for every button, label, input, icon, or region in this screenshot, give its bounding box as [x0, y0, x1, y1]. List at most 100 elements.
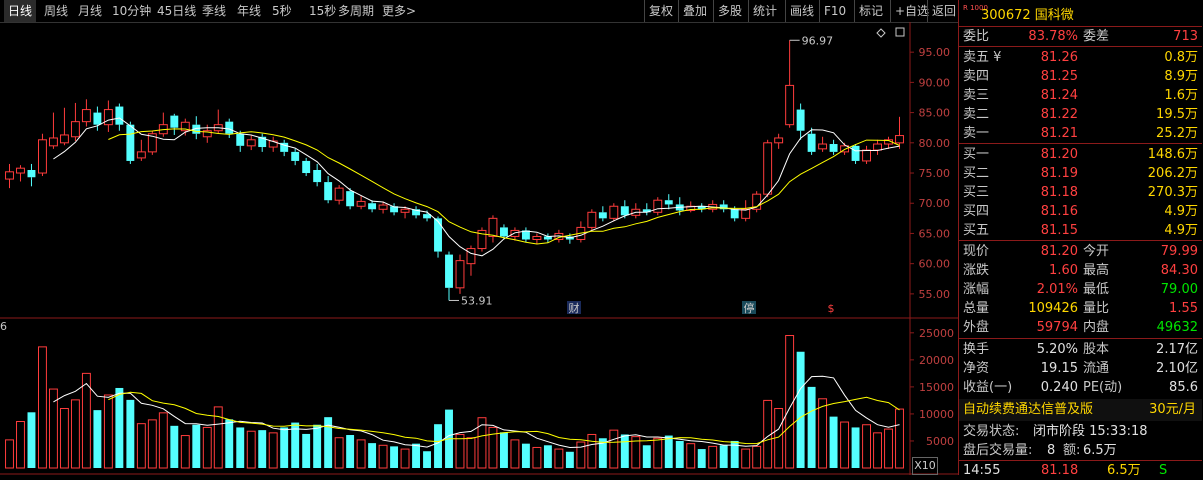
ask-row: 卖五 ¥ 81.26 0.8万	[959, 48, 1202, 67]
volume-bar	[313, 424, 322, 468]
after-hours-amount-label: 额:	[1063, 443, 1081, 458]
volume-bar	[510, 439, 520, 469]
tool-button[interactable]: 统计	[748, 0, 781, 22]
volume-bar	[115, 387, 124, 468]
fund-value: 0.240	[1040, 380, 1078, 395]
stock-terminal: 日线 周线 月线 10分钟 45日线 季线 年线 5秒 15秒 多周期 更多> 复权 叠加 多股 统计 画线 F…	[0, 0, 1203, 478]
high-label: 96.97	[802, 34, 834, 47]
candle-body	[246, 139, 256, 147]
event-marker: $	[828, 302, 835, 315]
tool-button[interactable]: 多股	[713, 0, 746, 22]
period-tab[interactable]: 日线	[4, 0, 37, 22]
volume-bar	[423, 451, 431, 468]
tool-button[interactable]: 复权	[644, 0, 677, 22]
tick-row[interactable]: 14:55 81.18 6.5万 S	[959, 461, 1202, 480]
tool-button[interactable]: 叠加	[678, 0, 711, 22]
candle-body	[5, 171, 14, 180]
subscription-ad[interactable]: 自动续费通达信普及版 30元/月	[959, 399, 1202, 421]
candle-body	[774, 137, 784, 144]
volume-bar	[840, 421, 850, 469]
ask-volume: 25.2万	[1156, 126, 1198, 141]
tool-button[interactable]: 返回	[927, 0, 960, 22]
ask-volume: 8.9万	[1164, 69, 1198, 84]
after-hours-amount: 6.5万	[1083, 443, 1117, 458]
ask-price: 81.26	[1040, 50, 1078, 65]
volume-tick-label: 10000	[919, 408, 954, 421]
period-tab[interactable]: 10分钟	[108, 0, 155, 22]
tool-button[interactable]: F10	[819, 0, 850, 22]
tick-volume: 6.5万	[1107, 463, 1141, 478]
stat-value: 109426	[1028, 301, 1078, 316]
volume-bar	[180, 435, 190, 469]
volume-tick-label: 5000	[926, 435, 954, 448]
volume-scale-tab[interactable]: X10	[912, 457, 938, 475]
volume-bar	[521, 443, 530, 468]
ask-volume: 0.8万	[1164, 50, 1198, 65]
volume-bar	[532, 446, 542, 469]
candle-body	[532, 235, 542, 240]
after-hours-volume: 8	[1047, 443, 1056, 458]
volume-bar	[620, 434, 629, 468]
stat-value: 49632	[1156, 320, 1198, 335]
stat-value: 2.01%	[1036, 282, 1078, 297]
bid-level-label: 买四	[963, 204, 990, 219]
price-tick-label: 65.00	[919, 227, 951, 240]
volume-bar	[192, 424, 201, 468]
fundamental-row: 净资 19.15 流通 2.10亿	[959, 359, 1202, 378]
bid-price: 81.19	[1040, 166, 1078, 181]
volume-tick-label: 15000	[919, 381, 954, 394]
volume-bar	[895, 408, 904, 469]
fund-label: 流通	[1083, 361, 1110, 376]
price-tick-label: 75.00	[919, 167, 951, 180]
candle-body	[653, 199, 663, 213]
weicha-label: 委差	[1083, 29, 1110, 44]
volume-bar	[103, 394, 113, 469]
volume-bar	[466, 437, 476, 469]
divider	[959, 338, 1202, 339]
candle-body	[236, 133, 245, 146]
period-tab[interactable]: 月线	[74, 0, 106, 22]
volume-bar	[785, 335, 795, 469]
volume-bar	[752, 445, 762, 469]
volume-bar	[356, 439, 366, 469]
tick-time: 14:55	[963, 463, 1001, 478]
price-tick-label: 70.00	[919, 197, 951, 210]
bid-row: 买一 81.20 148.6万	[959, 145, 1202, 164]
candle-body	[598, 212, 607, 219]
price-tick-label: 55.00	[919, 288, 951, 301]
weicha-value: 713	[1173, 29, 1198, 44]
fund-value: 85.6	[1169, 380, 1198, 395]
volume-bar	[368, 443, 377, 468]
volume-bar	[686, 443, 696, 469]
period-tab[interactable]: 周线	[40, 0, 72, 22]
ad-price: 30元/月	[1149, 402, 1196, 417]
volume-bar	[741, 448, 751, 469]
bid-price: 81.16	[1040, 204, 1078, 219]
quote-stat-row: 总量 109426 量比 1.55	[959, 299, 1202, 318]
period-tab[interactable]: 5秒	[268, 0, 296, 22]
period-tab[interactable]: 更多>	[378, 0, 420, 22]
candle-body	[27, 170, 36, 178]
tool-button[interactable]: 画线	[785, 0, 818, 22]
kline-chart[interactable]: 95.00 90.00 85.00 80.00 75.00 70.00 65.00 60.00…	[0, 22, 958, 475]
stock-code: 300672	[981, 8, 1031, 23]
fund-value: 19.15	[1040, 361, 1078, 376]
stat-label: 涨幅	[963, 282, 990, 297]
period-tab[interactable]: 季线	[198, 0, 230, 22]
volume-bar	[554, 448, 564, 469]
stat-label: 最高	[1083, 263, 1110, 278]
candle-body	[664, 200, 673, 205]
period-tab[interactable]: 多周期	[334, 0, 378, 22]
volume-bar	[818, 398, 828, 469]
volume-bar	[499, 432, 508, 468]
volume-bar	[587, 433, 597, 469]
candle-body	[136, 151, 146, 159]
quote-stat-row: 涨幅 2.01% 最低 79.00	[959, 280, 1202, 299]
candle-body	[741, 208, 751, 219]
period-tab[interactable]: 年线	[233, 0, 265, 22]
tool-button[interactable]: 标记	[854, 0, 887, 22]
period-tab[interactable]: 45日线	[153, 0, 200, 22]
volume-bar	[390, 446, 399, 468]
volume-bar	[38, 346, 47, 469]
bid-row: 买二 81.19 206.2万	[959, 164, 1202, 183]
